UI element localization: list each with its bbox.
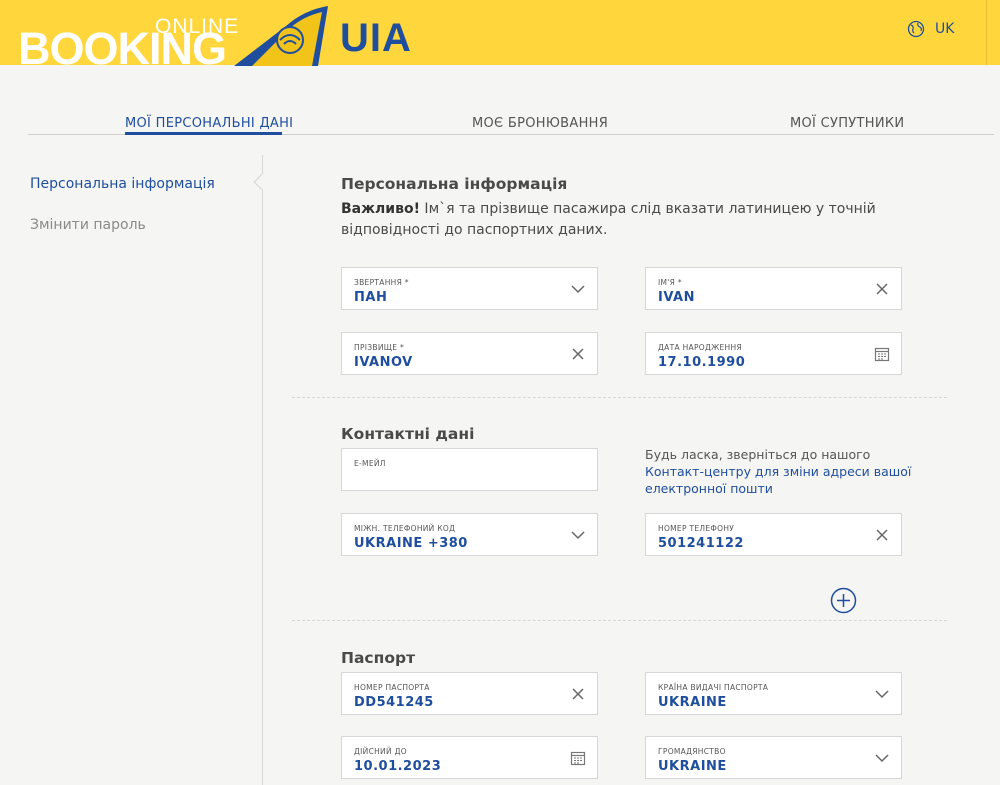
field-value: UKRAINE +380 (354, 536, 468, 551)
section-title-personal: Персональна інформація (341, 175, 568, 193)
field-label: ДІЙСНИЙ ДО (354, 747, 407, 756)
chevron-down-icon[interactable] (570, 281, 586, 297)
field-label: Е-МЕЙЛ (354, 459, 386, 468)
close-icon[interactable] (570, 346, 586, 362)
field-value: 10.01.2023 (354, 759, 442, 774)
language-label: UK (935, 21, 955, 37)
language-switcher[interactable]: UK (907, 20, 954, 38)
contact-center-note: Будь ласка, зверніться до нашого Контакт… (645, 446, 915, 497)
chevron-down-icon[interactable] (570, 527, 586, 543)
sidebar-active-pointer (253, 173, 271, 191)
close-icon[interactable] (570, 686, 586, 702)
contact-note-text: Будь ласка, зверніться до нашого (645, 447, 871, 462)
field-label: ДАТА НАРОДЖЕННЯ (658, 343, 742, 352)
important-notice: Важливо! Ім`я та прізвище пасажира слід … (341, 199, 881, 241)
logo-booking-text: BOOKING (18, 26, 227, 65)
sidebar-item-change-password[interactable]: Змінити пароль (30, 217, 146, 233)
field-value: 17.10.1990 (658, 355, 746, 370)
logo-brand-text: UIA (340, 16, 412, 60)
field-value: UKRAINE (658, 759, 727, 774)
field-label: ГРОМАДЯНСТВО (658, 747, 726, 756)
sidebar-item-personal-info[interactable]: Персональна інформація (30, 176, 215, 192)
phone-number-input[interactable]: НОМЕР ТЕЛЕФОНУ 501241122 (645, 513, 902, 556)
uia-plane-logo-icon (234, 6, 328, 66)
section-divider (292, 397, 947, 398)
notice-text: Ім`я та прізвище пасажира слід вказати л… (341, 201, 876, 238)
field-label: КРАЇНА ВИДАЧІ ПАСПОРТА (658, 683, 769, 692)
field-label: ЗВЕРТАННЯ * (354, 278, 409, 287)
issue-country-select[interactable]: КРАЇНА ВИДАЧІ ПАСПОРТА UKRAINE (645, 672, 902, 715)
field-label: ПРІЗВИЩЕ * (354, 343, 405, 352)
citizenship-select[interactable]: ГРОМАДЯНСТВО UKRAINE (645, 736, 902, 779)
chevron-down-icon[interactable] (874, 750, 890, 766)
field-value: DD541245 (354, 695, 434, 710)
email-field[interactable]: Е-МЕЙЛ (341, 448, 598, 491)
calendar-icon[interactable] (874, 346, 890, 362)
phone-code-select[interactable]: МІЖН. ТЕЛЕФОНИЙ КОД UKRAINE +380 (341, 513, 598, 556)
field-value: UKRAINE (658, 695, 727, 710)
birth-date-input[interactable]: ДАТА НАРОДЖЕННЯ 17.10.1990 (645, 332, 902, 375)
field-value: ПАН (354, 290, 388, 305)
tab-my-companions[interactable]: МОЇ СУПУТНИКИ (790, 116, 904, 131)
add-phone-button[interactable] (830, 587, 857, 614)
field-label: НОМЕР ТЕЛЕФОНУ (658, 524, 735, 533)
field-label: ІМ'Я * (658, 278, 682, 287)
close-icon[interactable] (874, 281, 890, 297)
section-divider (292, 620, 947, 621)
globe-icon (907, 20, 925, 38)
close-icon[interactable] (874, 527, 890, 543)
section-title-passport: Паспорт (341, 649, 416, 667)
contact-center-link[interactable]: Контакт-центру для зміни адреси вашої ел… (645, 464, 911, 496)
passport-valid-until-input[interactable]: ДІЙСНИЙ ДО 10.01.2023 (341, 736, 598, 779)
notice-bold: Важливо! (341, 201, 420, 217)
header: ONLINE BOOKING UIA UK (0, 0, 1000, 66)
first-name-input[interactable]: ІМ'Я * IVAN (645, 267, 902, 310)
field-value: 501241122 (658, 536, 744, 551)
scrollbar-track[interactable] (986, 0, 1000, 65)
field-label: МІЖН. ТЕЛЕФОНИЙ КОД (354, 524, 456, 533)
last-name-input[interactable]: ПРІЗВИЩЕ * IVANOV (341, 332, 598, 375)
calendar-icon[interactable] (570, 750, 586, 766)
active-tab-indicator (125, 132, 282, 135)
tab-personal-data[interactable]: МОЇ ПЕРСОНАЛЬНІ ДАНІ (125, 116, 293, 131)
passport-number-input[interactable]: НОМЕР ПАСПОРТА DD541245 (341, 672, 598, 715)
section-title-contacts: Контактні дані (341, 425, 475, 443)
field-value: IVANOV (354, 355, 413, 370)
chevron-down-icon[interactable] (874, 686, 890, 702)
field-value: IVAN (658, 290, 695, 305)
tab-my-booking[interactable]: МОЄ БРОНЮВАННЯ (472, 116, 608, 131)
sidebar-divider (262, 155, 263, 785)
field-label: НОМЕР ПАСПОРТА (354, 683, 430, 692)
salutation-select[interactable]: ЗВЕРТАННЯ * ПАН (341, 267, 598, 310)
